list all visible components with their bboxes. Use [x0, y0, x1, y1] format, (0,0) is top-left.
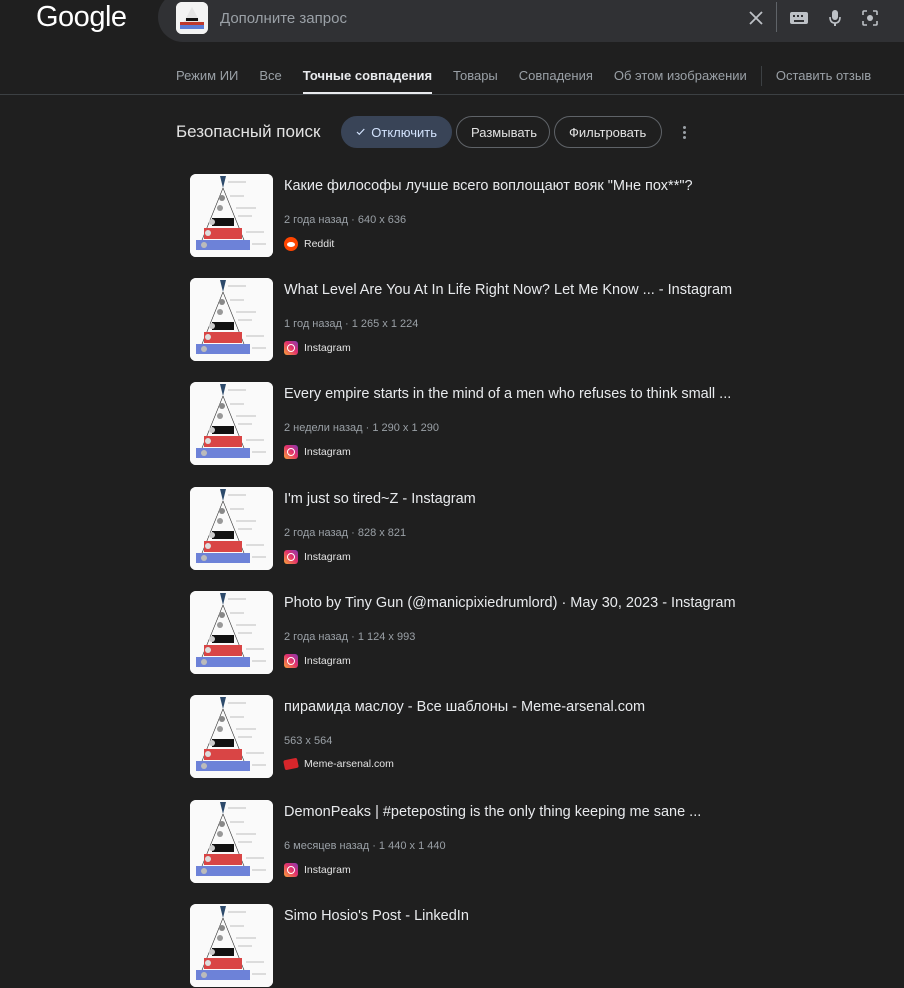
- safe-search-label: Безопасный поиск: [176, 122, 321, 141]
- result-source-name: Instagram: [304, 655, 351, 667]
- lens-camera-icon[interactable]: [860, 9, 880, 27]
- result-meta: 2 недели назад · 1 290 x 1 290: [284, 422, 440, 434]
- result-source[interactable]: Meme-arsenal.com: [283, 757, 394, 771]
- search-bar[interactable]: Дополните запрос: [158, 0, 904, 42]
- result-source[interactable]: Instagram: [284, 863, 351, 877]
- result-source-name: Instagram: [304, 551, 351, 563]
- result-title[interactable]: DemonPeaks | #peteposting is the only th…: [284, 804, 701, 820]
- result-thumbnail[interactable]: [190, 800, 273, 883]
- result-thumbnail[interactable]: [190, 591, 273, 674]
- result-thumbnail[interactable]: [190, 695, 273, 778]
- result-source-name: Instagram: [304, 342, 351, 354]
- instagram-icon: [284, 445, 298, 459]
- safe-search-filter-label: Фильтровать: [569, 124, 647, 140]
- result-title[interactable]: What Level Are You At In Life Right Now?…: [284, 282, 732, 298]
- tab-all[interactable]: Все: [259, 60, 281, 94]
- result-source[interactable]: Instagram: [284, 341, 351, 355]
- result-thumbnail[interactable]: [190, 174, 273, 257]
- result-thumbnail[interactable]: [190, 278, 273, 361]
- meme-arsenal-icon: [283, 757, 299, 771]
- result-meta: 2 года назад · 640 x 636: [284, 214, 407, 226]
- result-source[interactable]: Instagram: [284, 550, 351, 564]
- result-source-name: Instagram: [304, 446, 351, 458]
- result-source[interactable]: Instagram: [284, 445, 351, 459]
- result-thumbnail[interactable]: [190, 487, 273, 570]
- instagram-icon: [284, 550, 298, 564]
- result-title[interactable]: I'm just so tired~Z - Instagram: [284, 491, 476, 507]
- result-item[interactable]: Photo by Tiny Gun (@manicpixiedrumlord) …: [190, 591, 830, 675]
- tab-ai-mode[interactable]: Режим ИИ: [176, 60, 238, 94]
- safe-search-blur-button[interactable]: Размывать: [456, 116, 550, 148]
- result-title[interactable]: Every empire starts in the mind of a men…: [284, 386, 731, 402]
- instagram-icon: [284, 654, 298, 668]
- result-title[interactable]: Какие философы лучше всего воплощают воя…: [284, 178, 693, 194]
- result-source-name: Instagram: [304, 864, 351, 876]
- result-meta: 2 года назад · 1 124 x 993: [284, 631, 416, 643]
- safe-search-off-label: Отключить: [371, 124, 437, 140]
- result-source[interactable]: Reddit: [284, 237, 334, 251]
- safe-search-filter-button[interactable]: Фильтровать: [554, 116, 662, 148]
- safe-search-blur-label: Размывать: [471, 124, 537, 140]
- result-title[interactable]: Simo Hosio's Post - LinkedIn: [284, 908, 469, 924]
- result-meta: 563 x 564: [284, 735, 333, 747]
- result-item[interactable]: пирамида маслоу - Все шаблоны - Meme-ars…: [190, 695, 830, 779]
- result-thumbnail[interactable]: [190, 382, 273, 465]
- tab-products[interactable]: Товары: [453, 60, 498, 94]
- safe-search-off-button[interactable]: Отключить: [341, 116, 452, 148]
- result-item[interactable]: What Level Are You At In Life Right Now?…: [190, 278, 830, 362]
- search-input[interactable]: Дополните запрос: [220, 10, 347, 27]
- microphone-icon[interactable]: [825, 9, 845, 27]
- more-options-icon[interactable]: [676, 122, 692, 142]
- result-source[interactable]: Instagram: [284, 654, 351, 668]
- result-meta: 6 месяцев назад · 1 440 x 1 440: [284, 840, 446, 852]
- feedback-link[interactable]: Оставить отзыв: [776, 60, 871, 94]
- query-image-thumbnail[interactable]: [176, 2, 208, 34]
- result-thumbnail[interactable]: [190, 904, 273, 987]
- search-divider: [776, 2, 777, 32]
- reddit-icon: [284, 237, 298, 251]
- instagram-icon: [284, 863, 298, 877]
- tabs-divider: [760, 66, 762, 86]
- result-source-name: Meme-arsenal.com: [304, 758, 394, 770]
- search-tabs: Режим ИИ Все Точные совпадения Товары Со…: [176, 60, 892, 94]
- tabs-underline-divider: [0, 94, 904, 95]
- result-item[interactable]: DemonPeaks | #peteposting is the only th…: [190, 800, 830, 884]
- google-logo[interactable]: Google: [36, 0, 127, 34]
- result-title[interactable]: пирамида маслоу - Все шаблоны - Meme-ars…: [284, 699, 645, 715]
- tab-matches[interactable]: Совпадения: [519, 60, 593, 94]
- result-item[interactable]: Какие философы лучше всего воплощают воя…: [190, 174, 830, 258]
- result-meta: 1 год назад · 1 265 x 1 224: [284, 318, 419, 330]
- result-source-name: Reddit: [304, 238, 335, 250]
- instagram-icon: [284, 341, 298, 355]
- tab-exact-matches[interactable]: Точные совпадения: [302, 60, 433, 94]
- result-meta: 2 года назад · 828 x 821: [284, 527, 407, 539]
- result-item[interactable]: Every empire starts in the mind of a men…: [190, 382, 830, 466]
- result-item[interactable]: I'm just so tired~Z - Instagram 2 года н…: [190, 487, 830, 571]
- checkmark-icon: [356, 128, 365, 136]
- keyboard-icon[interactable]: [789, 9, 809, 27]
- result-title[interactable]: Photo by Tiny Gun (@manicpixiedrumlord) …: [284, 595, 736, 611]
- result-item[interactable]: Simo Hosio's Post - LinkedIn: [190, 904, 830, 988]
- clear-icon[interactable]: [746, 9, 766, 27]
- tab-about-image[interactable]: Об этом изображении: [614, 60, 747, 94]
